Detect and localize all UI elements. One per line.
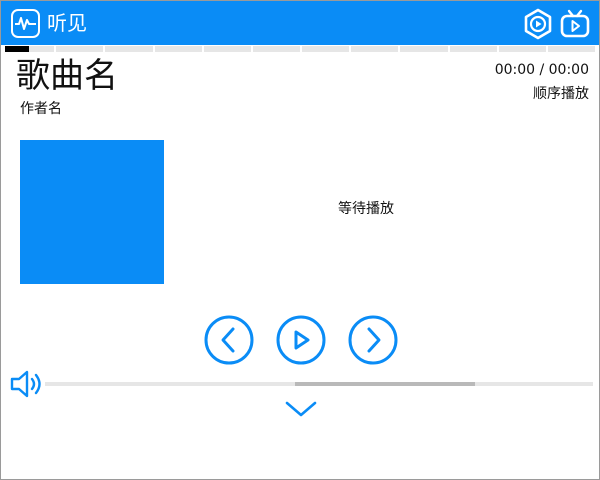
- progress-segment-divider: [448, 46, 450, 52]
- song-progress-fill: [5, 46, 29, 52]
- progress-segment-divider: [349, 46, 351, 52]
- title-bar: 听见: [1, 1, 599, 45]
- progress-segment-divider: [153, 46, 155, 52]
- app-title: 听见: [47, 11, 87, 35]
- chevron-down-icon[interactable]: [284, 397, 318, 421]
- time-display: 00:00 / 00:00: [494, 62, 589, 78]
- next-button[interactable]: [347, 314, 399, 366]
- player-window: 听见 歌曲名 作者名 00:00 / 00:00 顺序播放 等待播放: [0, 0, 600, 480]
- next-icon: [348, 315, 398, 365]
- song-title: 歌曲名: [16, 56, 118, 96]
- album-cover: [20, 140, 164, 284]
- play-button[interactable]: [275, 314, 327, 366]
- progress-segment-divider: [251, 46, 253, 52]
- progress-segment-divider: [300, 46, 302, 52]
- artist-name: 作者名: [20, 101, 62, 117]
- play-mode-button[interactable]: 顺序播放: [533, 85, 589, 103]
- play-icon: [276, 315, 326, 365]
- speaker-icon[interactable]: [9, 368, 45, 400]
- tv-icon[interactable]: [559, 8, 591, 40]
- progress-segment-divider: [497, 46, 499, 52]
- progress-segment-divider: [398, 46, 400, 52]
- hexagon-play-icon[interactable]: [522, 8, 554, 40]
- progress-segment-divider: [103, 46, 105, 52]
- progress-segment-divider: [546, 46, 548, 52]
- progress-segment-divider: [54, 46, 56, 52]
- volume-slider-handle[interactable]: [295, 382, 475, 386]
- waveform-icon: [11, 9, 40, 38]
- progress-segment-divider: [202, 46, 204, 52]
- previous-icon: [204, 315, 254, 365]
- song-progress-bar[interactable]: [5, 46, 595, 52]
- previous-button[interactable]: [203, 314, 255, 366]
- lyrics-status: 等待播放: [338, 201, 394, 217]
